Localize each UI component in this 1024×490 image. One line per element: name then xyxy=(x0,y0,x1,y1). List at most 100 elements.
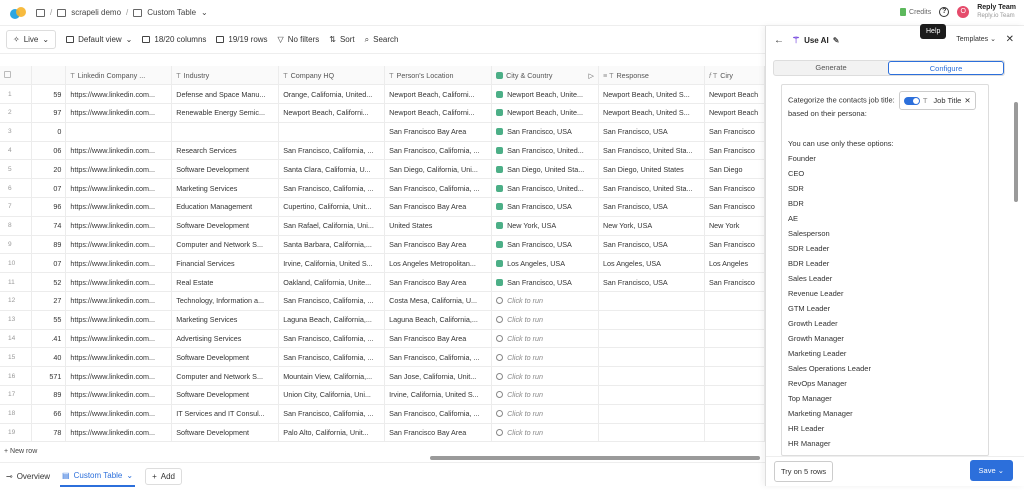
cell-city-country[interactable]: Los Angeles, USA xyxy=(491,253,600,274)
column-header-industry[interactable]: T Industry xyxy=(171,66,280,86)
cell-truncated[interactable]: 74 xyxy=(31,216,67,236)
cell-city-country[interactable]: Click to run xyxy=(491,329,600,349)
cell-company-hq[interactable]: Newport Beach, Californi... xyxy=(278,103,386,123)
cell-city-country[interactable]: Newport Beach, Unite... xyxy=(491,103,600,123)
cell-truncated[interactable]: 66 xyxy=(31,404,67,424)
cell-industry[interactable]: Software Development xyxy=(171,385,280,405)
cell-response[interactable] xyxy=(598,423,705,443)
cell-location[interactable]: San Francisco Bay Area xyxy=(384,272,493,293)
cell-city-country[interactable]: San Diego, United Sta... xyxy=(491,159,600,180)
cell-company-hq[interactable]: Mountain View, California,... xyxy=(278,366,386,387)
row-number[interactable]: 18 xyxy=(0,404,33,424)
cell-company-hq[interactable]: Santa Barbara, California,... xyxy=(278,235,386,255)
cell-location[interactable]: San Francisco, California, ... xyxy=(384,141,493,161)
variable-chip-job-title[interactable]: T Job Title ✕ xyxy=(898,91,976,110)
cell-city[interactable]: San Francisco xyxy=(704,272,766,293)
run-column-icon[interactable]: ▷ xyxy=(588,71,594,80)
cell-city-country[interactable]: San Francisco, United... xyxy=(491,178,600,199)
cell-company-hq[interactable]: Santa Clara, California, U... xyxy=(278,159,386,180)
row-number[interactable]: 3 xyxy=(0,122,33,142)
cell-response[interactable] xyxy=(598,329,705,349)
cell-company-hq[interactable]: San Francisco, California, ... xyxy=(278,178,386,199)
cell-location[interactable]: San Francisco, California, ... xyxy=(384,404,493,424)
cell-response[interactable] xyxy=(598,291,705,311)
cell-location[interactable]: United States xyxy=(384,216,493,236)
click-to-run[interactable]: Click to run xyxy=(496,353,543,362)
cell-company-hq[interactable] xyxy=(278,122,386,142)
row-number[interactable]: 4 xyxy=(0,141,33,161)
cell-location[interactable]: Newport Beach, Californi... xyxy=(384,84,493,105)
try-on-rows-button[interactable]: Try on 5 rows xyxy=(774,461,834,482)
row-number[interactable]: 17 xyxy=(0,385,33,405)
cell-industry[interactable]: IT Services and IT Consul... xyxy=(171,404,280,424)
cell-industry[interactable]: Software Development xyxy=(171,216,280,236)
view-dropdown[interactable]: Default view ⌄ xyxy=(66,35,132,44)
row-number[interactable]: 8 xyxy=(0,216,33,236)
row-number[interactable]: 14 xyxy=(0,329,33,349)
table-row[interactable]: 9 89 https://www.linkedin.com... Computer a… xyxy=(0,235,766,255)
cell-response[interactable] xyxy=(598,385,705,405)
cell-linkedin[interactable]: https://www.linkedin.com... xyxy=(65,272,173,293)
cell-company-hq[interactable]: Union City, California, Uni... xyxy=(278,385,386,405)
cell-truncated[interactable]: 59 xyxy=(31,84,67,105)
table-row[interactable]: 15 40 https://www.linkedin.com... Software … xyxy=(0,347,766,368)
cell-city-country[interactable]: San Francisco, USA xyxy=(491,272,600,293)
sort-button[interactable]: ⇅ Sort xyxy=(329,35,354,44)
cell-truncated[interactable]: .41 xyxy=(31,329,67,349)
cell-location[interactable]: San Diego, California, Uni... xyxy=(384,159,493,180)
row-number[interactable]: 10 xyxy=(0,253,33,274)
cell-company-hq[interactable]: San Francisco, California, ... xyxy=(278,404,386,424)
cell-city[interactable] xyxy=(704,366,766,387)
cell-city-country[interactable]: Click to run xyxy=(491,423,600,443)
table-row[interactable]: 17 89 https://www.linkedin.com... Software … xyxy=(0,385,766,405)
cell-industry[interactable]: Technology, Information a... xyxy=(171,291,280,311)
table-row[interactable]: 10 07 https://www.linkedin.com... Financial… xyxy=(0,253,766,274)
chip-remove-icon[interactable]: ✕ xyxy=(964,93,970,108)
cell-industry[interactable] xyxy=(171,122,280,142)
cell-truncated[interactable]: 07 xyxy=(31,178,67,199)
search-button[interactable]: ⌕ Search xyxy=(365,35,399,45)
row-number[interactable]: 6 xyxy=(0,178,33,199)
cell-location[interactable]: San Francisco, California, ... xyxy=(384,178,493,199)
cell-city[interactable]: Newport Beach xyxy=(704,84,766,105)
add-table-button[interactable]: + Add xyxy=(145,468,182,485)
cell-city[interactable] xyxy=(704,404,766,424)
cell-response[interactable]: San Francisco, USA xyxy=(598,197,705,217)
cell-response[interactable] xyxy=(598,366,705,387)
cell-city[interactable]: San Francisco xyxy=(704,235,766,255)
cell-city-country[interactable]: Click to run xyxy=(491,310,600,330)
cell-company-hq[interactable]: Laguna Beach, California,... xyxy=(278,310,386,330)
cell-city-country[interactable]: Click to run xyxy=(491,404,600,424)
cell-industry[interactable]: Defense and Space Manu... xyxy=(171,84,280,105)
cell-truncated[interactable]: 89 xyxy=(31,385,67,405)
cell-industry[interactable]: Software Development xyxy=(171,423,280,443)
cell-industry[interactable]: Financial Services xyxy=(171,253,280,274)
row-number[interactable]: 5 xyxy=(0,159,33,180)
tab-generate[interactable]: Generate xyxy=(774,61,888,75)
cell-industry[interactable]: Computer and Network S... xyxy=(171,235,280,255)
breadcrumb-table[interactable]: Custom Table xyxy=(147,8,196,17)
cell-linkedin[interactable]: https://www.linkedin.com... xyxy=(65,159,173,180)
cell-city-country[interactable]: San Francisco, USA xyxy=(491,197,600,217)
overview-tab[interactable]: ⊸ Overview xyxy=(6,472,50,481)
cell-response[interactable]: New York, USA xyxy=(598,216,705,236)
cell-location[interactable]: Costa Mesa, California, U... xyxy=(384,291,493,311)
cell-truncated[interactable]: 07 xyxy=(31,253,67,274)
click-to-run[interactable]: Click to run xyxy=(496,315,543,324)
cell-city[interactable] xyxy=(704,385,766,405)
column-header-linkedin[interactable]: T Linkedin Company ... xyxy=(65,66,173,86)
cell-city-country[interactable]: San Francisco, USA xyxy=(491,122,600,142)
cell-city[interactable] xyxy=(704,310,766,330)
close-icon[interactable]: ✕ xyxy=(1006,34,1014,45)
cell-industry[interactable]: Education Management xyxy=(171,197,280,217)
cell-truncated[interactable]: 40 xyxy=(31,347,67,368)
avatar[interactable]: O xyxy=(957,6,970,18)
cell-city[interactable]: San Francisco xyxy=(704,141,766,161)
row-number[interactable]: 7 xyxy=(0,197,33,217)
row-number[interactable]: 11 xyxy=(0,272,33,293)
cell-company-hq[interactable]: Palo Alto, California, Unit... xyxy=(278,423,386,443)
cell-linkedin[interactable]: https://www.linkedin.com... xyxy=(65,197,173,217)
cell-linkedin[interactable]: https://www.linkedin.com... xyxy=(65,329,173,349)
select-all-checkbox[interactable] xyxy=(0,66,33,86)
cell-industry[interactable]: Renewable Energy Semic... xyxy=(171,103,280,123)
